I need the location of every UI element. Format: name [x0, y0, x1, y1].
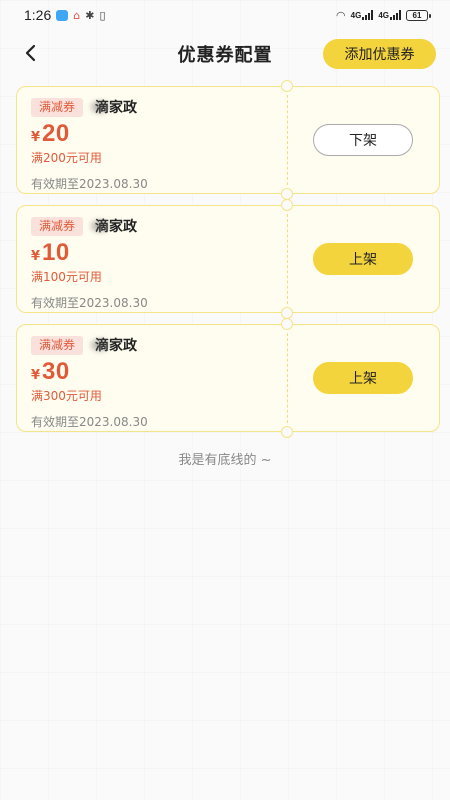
- page-title: 优惠券配置: [177, 45, 273, 66]
- vibrate-icon: ▯: [99, 8, 106, 22]
- coupon-card: 满减券 滴家政 ¥ 20 满200元可用 有效期至2023.08.30 下架: [16, 80, 440, 200]
- signal-icon-2: 4G: [378, 10, 401, 20]
- coupon-expiry: 有效期至2023.08.30: [31, 296, 148, 310]
- coupon-amount: 30: [42, 358, 70, 385]
- currency-symbol: ¥: [31, 130, 41, 145]
- coupon-price: ¥ 10: [31, 239, 287, 267]
- coupon-head: 满减券 滴家政: [31, 216, 287, 236]
- coupon-price: ¥ 30: [31, 358, 287, 386]
- status-right: ◠ 4G 4G 61: [336, 8, 431, 22]
- coupon-actions: 上架: [287, 206, 439, 312]
- back-button[interactable]: [18, 40, 44, 66]
- status-time: 1:26: [24, 7, 52, 23]
- card-divider: [287, 214, 288, 304]
- coupon-condition: 满200元可用: [31, 151, 102, 165]
- shop-name: 滴家政: [89, 216, 137, 236]
- coupon-amount: 20: [42, 120, 70, 147]
- coupon-type-badge: 满减券: [31, 97, 84, 117]
- coupon-type-badge: 满减券: [31, 216, 84, 236]
- shop-name: 滴家政: [89, 97, 137, 117]
- currency-symbol: ¥: [31, 249, 41, 264]
- coupon-price: ¥ 20: [31, 120, 287, 148]
- status-left: 1:26 ⌂ ✱ ▯: [24, 7, 106, 23]
- coupon-head: 满减券 滴家政: [31, 97, 287, 117]
- shop-name: 滴家政: [89, 335, 137, 355]
- card-divider: [287, 95, 288, 185]
- battery-icon: 61: [406, 9, 431, 21]
- add-coupon-button[interactable]: 添加优惠券: [323, 39, 436, 69]
- app-header: 优惠券配置 添加优惠券: [0, 32, 450, 76]
- coupon-expiry: 有效期至2023.08.30: [31, 177, 148, 191]
- chevron-left-icon: [25, 44, 36, 62]
- coupon-card: 满减券 滴家政 ¥ 30 满300元可用 有效期至2023.08.30 上架: [16, 318, 440, 438]
- signal-label-2: 4G: [378, 11, 389, 20]
- coupon-head: 满减券 滴家政: [31, 335, 287, 355]
- end-of-list-text: 我是有底线的 ~: [178, 453, 272, 468]
- coupon-actions: 下架: [287, 87, 439, 193]
- signal-label-1: 4G: [350, 11, 362, 20]
- coupon-condition: 满100元可用: [31, 270, 102, 284]
- signal-icon-1: 4G: [351, 10, 374, 20]
- coupon-actions: 上架: [287, 325, 439, 431]
- redaction-blur: [89, 99, 112, 115]
- unlist-button[interactable]: 下架: [313, 124, 413, 156]
- coupon-type-badge: 满减券: [31, 335, 84, 355]
- redaction-blur: [89, 337, 112, 353]
- coupon-info: 满减券 滴家政 ¥ 30 满300元可用 有效期至2023.08.30: [17, 325, 287, 431]
- status-bar: 1:26 ⌂ ✱ ▯ ◠ 4G 4G 61: [0, 0, 450, 30]
- coupon-info: 满减券 滴家政 ¥ 20 满200元可用 有效期至2023.08.30: [17, 87, 287, 193]
- list-button[interactable]: 上架: [313, 362, 413, 394]
- coupon-amount: 10: [42, 239, 70, 266]
- coupon-condition: 满300元可用: [31, 389, 102, 403]
- app-notification-icon: [56, 9, 69, 21]
- bluetooth-icon: ✱: [85, 8, 95, 22]
- redaction-blur: [89, 218, 112, 234]
- currency-symbol: ¥: [31, 368, 41, 383]
- coupon-info: 满减券 滴家政 ¥ 10 满100元可用 有效期至2023.08.30: [17, 206, 287, 312]
- battery-level: 61: [412, 10, 422, 20]
- coupon-expiry: 有效期至2023.08.30: [31, 415, 148, 429]
- coupon-list: 满减券 滴家政 ¥ 20 满200元可用 有效期至2023.08.30 下架 满…: [16, 80, 440, 438]
- home-notification-icon: ⌂: [73, 8, 81, 22]
- card-divider: [287, 333, 288, 423]
- list-button[interactable]: 上架: [313, 243, 413, 275]
- coupon-card: 满减券 滴家政 ¥ 10 满100元可用 有效期至2023.08.30 上架: [16, 199, 440, 319]
- wifi-icon: ◠: [336, 8, 346, 22]
